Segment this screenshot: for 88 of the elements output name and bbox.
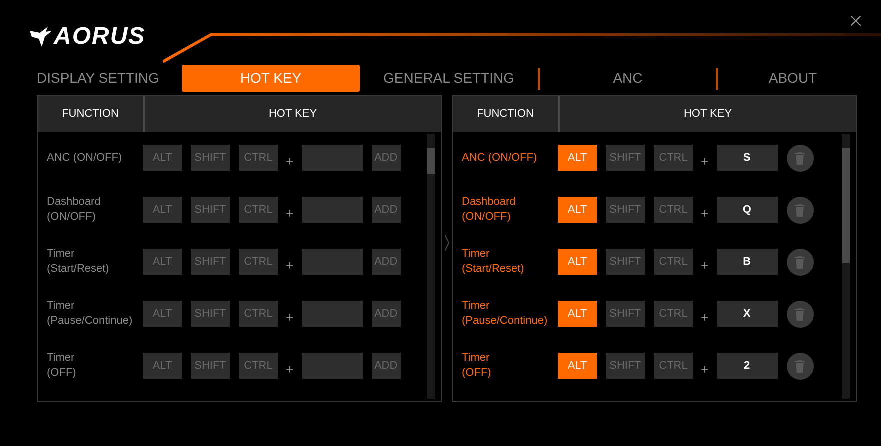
modifier-key[interactable]: CTRL	[239, 353, 278, 379]
modifier-key[interactable]: ALT	[558, 197, 597, 223]
chevron-icon	[445, 235, 449, 251]
key-field[interactable]: S	[716, 145, 778, 171]
modifier-key[interactable]: SHIFT	[191, 353, 230, 379]
function-label: Timer (Pause/Continue)	[47, 299, 134, 329]
key-field[interactable]	[302, 145, 363, 171]
modifier-key[interactable]: CTRL	[239, 249, 278, 275]
add-button[interactable]: ADD	[372, 145, 401, 172]
add-button[interactable]: ADD	[372, 301, 401, 328]
column-header: HOT KEY	[268, 106, 318, 122]
column-header: FUNCTION	[38, 96, 145, 132]
modifier-key[interactable]: ALT	[143, 301, 182, 327]
modifier-key[interactable]: CTRL	[239, 145, 278, 171]
modifier-key[interactable]: CTRL	[239, 301, 278, 327]
trash-icon	[794, 255, 806, 269]
modifier-key[interactable]: SHIFT	[191, 301, 230, 327]
key-field[interactable]	[302, 353, 363, 379]
modifier-key[interactable]: SHIFT	[191, 249, 230, 275]
trash-icon	[794, 203, 806, 217]
column-header: HOT KEY	[682, 106, 734, 122]
add-button[interactable]: ADD	[372, 197, 401, 224]
modifier-key[interactable]: CTRL	[239, 197, 278, 223]
function-label: Timer (Pause/Continue)	[462, 299, 549, 329]
tab[interactable]: GENERAL SETTING	[360, 65, 538, 92]
modifier-key[interactable]: CTRL	[654, 353, 693, 379]
function-label: ANC (ON/OFF)	[47, 150, 124, 166]
key-field[interactable]	[302, 249, 363, 275]
modifier-key[interactable]: SHIFT	[191, 145, 230, 171]
plus-sign: +	[286, 153, 294, 172]
logo: AORUS	[54, 22, 146, 52]
tab[interactable]: ANC	[540, 65, 716, 92]
modifier-key[interactable]: CTRL	[654, 249, 693, 275]
function-label: ANC (ON/OFF)	[462, 150, 538, 166]
scrollbar[interactable]	[842, 134, 850, 399]
plus-sign: +	[701, 257, 709, 276]
delete-button[interactable]	[786, 196, 814, 224]
modifier-key[interactable]: CTRL	[654, 197, 693, 223]
modifier-key[interactable]: ALT	[558, 301, 597, 327]
modifier-key[interactable]: ALT	[558, 145, 597, 171]
modifier-key[interactable]: ALT	[143, 197, 182, 223]
key-field[interactable]: B	[716, 249, 778, 275]
tab[interactable]: DISPLAY SETTING	[37, 65, 182, 92]
trash-icon	[794, 359, 806, 373]
delete-button[interactable]	[786, 248, 814, 276]
tab[interactable]: ABOUT	[718, 65, 868, 92]
function-label: Timer (OFF)	[47, 351, 78, 381]
function-label: Dashboard (ON/OFF)	[47, 195, 102, 225]
plus-sign: +	[286, 309, 294, 328]
function-label: Dashboard (ON/OFF)	[462, 195, 517, 225]
function-label: Timer (Start/Reset)	[47, 247, 110, 277]
modifier-key[interactable]: CTRL	[654, 145, 693, 171]
modifier-key[interactable]: ALT	[558, 353, 597, 379]
modifier-key[interactable]: SHIFT	[606, 249, 645, 275]
plus-sign: +	[701, 309, 709, 328]
modifier-key[interactable]: SHIFT	[606, 197, 645, 223]
delete-button[interactable]	[786, 144, 814, 172]
modifier-key[interactable]: SHIFT	[606, 145, 645, 171]
modifier-key[interactable]: ALT	[143, 353, 182, 379]
column-header: FUNCTION	[453, 96, 560, 132]
add-button[interactable]: ADD	[372, 353, 401, 380]
key-field[interactable]: Q	[716, 197, 778, 223]
delete-button[interactable]	[786, 352, 814, 380]
key-field[interactable]: 2	[716, 353, 778, 379]
modifier-key[interactable]: SHIFT	[606, 301, 645, 327]
plus-sign: +	[286, 257, 294, 276]
modifier-key[interactable]: SHIFT	[606, 353, 645, 379]
modifier-key[interactable]: SHIFT	[191, 197, 230, 223]
trash-icon	[794, 307, 806, 321]
modifier-key[interactable]: ALT	[558, 249, 597, 275]
key-field[interactable]: X	[716, 301, 778, 327]
modifier-key[interactable]: CTRL	[654, 301, 693, 327]
key-field[interactable]	[302, 197, 363, 223]
modifier-key[interactable]: ALT	[143, 249, 182, 275]
scrollbar[interactable]	[427, 134, 435, 399]
plus-sign: +	[701, 361, 709, 380]
function-label: Timer (Start/Reset)	[462, 247, 526, 277]
trash-icon	[794, 151, 806, 165]
add-button[interactable]: ADD	[372, 249, 401, 276]
tab[interactable]: HOT KEY	[182, 65, 360, 92]
modifier-key[interactable]: ALT	[143, 145, 182, 171]
function-label: Timer (OFF)	[462, 351, 492, 381]
plus-sign: +	[701, 153, 709, 172]
delete-button[interactable]	[786, 300, 814, 328]
plus-sign: +	[701, 205, 709, 224]
key-field[interactable]	[302, 301, 363, 327]
plus-sign: +	[286, 361, 294, 380]
plus-sign: +	[286, 205, 294, 224]
